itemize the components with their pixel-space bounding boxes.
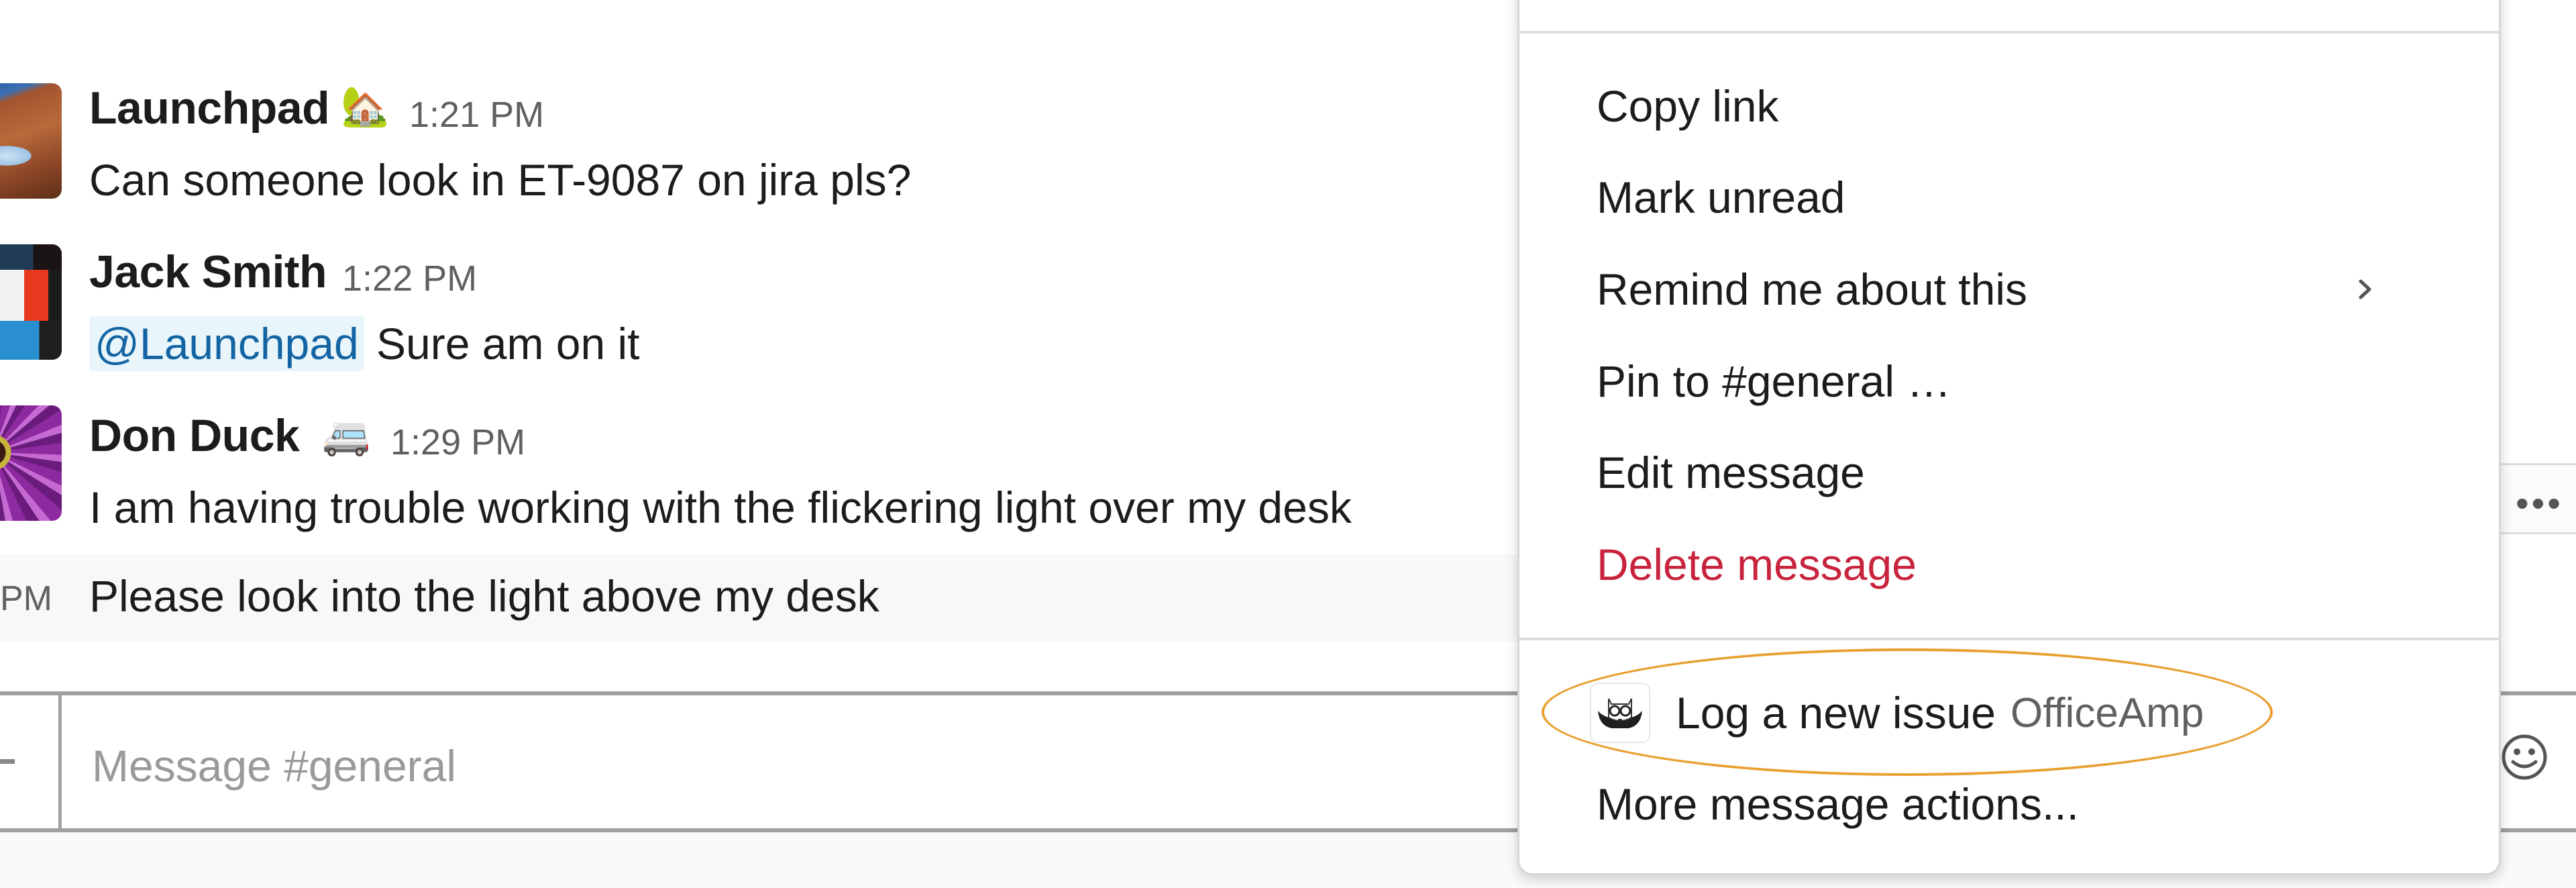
more-actions-icon[interactable]: ••• <box>2516 485 2563 522</box>
message-timestamp[interactable]: 1:29 PM <box>390 422 525 463</box>
message-timestamp[interactable]: 1:21 PM <box>409 94 544 136</box>
avatar-don-duck[interactable] <box>0 405 62 521</box>
message-timestamp-partial[interactable]: PM <box>0 579 52 619</box>
menu-item-label: Remind me about this <box>1597 264 2027 314</box>
menu-item-label: Copy link <box>1597 81 1779 131</box>
message-author[interactable]: Jack Smith <box>89 246 327 298</box>
emoji-picker-icon[interactable] <box>2501 734 2548 781</box>
message-text: Can someone look in ET-9087 on jira pls? <box>89 155 912 205</box>
message-input[interactable] <box>91 728 1435 803</box>
menu-item-label: More message actions... <box>1597 779 2079 829</box>
menu-divider <box>1519 31 2499 34</box>
message-author[interactable]: Launchpad <box>89 82 330 134</box>
message-author[interactable]: Don Duck <box>89 409 300 462</box>
menu-item-pin-to-channel[interactable]: Pin to #general … <box>1597 344 2472 418</box>
attach-button[interactable] <box>0 695 62 828</box>
menu-item-mark-unread[interactable]: Mark unread <box>1597 160 2472 234</box>
message-text-body: Sure am on it <box>376 319 640 368</box>
menu-item-label: Delete message <box>1597 540 1917 589</box>
user-mention[interactable]: @Launchpad <box>89 316 364 371</box>
message-timestamp[interactable]: 1:22 PM <box>342 258 477 299</box>
menu-item-delete-message[interactable]: Delete message <box>1597 528 2472 601</box>
chevron-right-icon <box>2359 279 2371 299</box>
menu-divider <box>1519 638 2499 640</box>
menu-item-copy-link[interactable]: Copy link <box>1597 69 2472 143</box>
message-text: Please look into the light above my desk <box>89 571 879 621</box>
slack-channel-view: Launchpad 🏡 1:21 PM Can someone look in … <box>0 0 2576 888</box>
app-name-label: OfficeAmp <box>2010 689 2204 736</box>
message-text: I am having trouble working with the fli… <box>89 483 1352 532</box>
message-actions-menu: Copy link Mark unread Remind me about th… <box>1517 0 2501 875</box>
menu-item-label: Edit message <box>1597 448 1865 497</box>
menu-item-label: Log a new issue <box>1676 688 1996 738</box>
owl-icon <box>1590 683 1650 743</box>
avatar-launchpad[interactable] <box>0 83 62 199</box>
menu-item-label: Pin to #general … <box>1597 356 1951 406</box>
menu-item-remind-me[interactable]: Remind me about this <box>1597 252 2472 326</box>
plus-icon <box>0 759 15 764</box>
avatar-jack-smith[interactable] <box>0 244 62 360</box>
menu-item-log-new-issue[interactable]: Log a new issue OfficeAmp <box>1590 676 2472 750</box>
message-text: @Launchpad Sure am on it <box>89 316 640 371</box>
menu-item-label: Mark unread <box>1597 172 1845 222</box>
menu-item-more-message-actions[interactable]: More message actions... <box>1597 767 2472 841</box>
house-with-garden-emoji-icon: 🏡 <box>341 85 390 128</box>
minibus-emoji-icon: 🚐 <box>322 413 371 457</box>
menu-item-edit-message[interactable]: Edit message <box>1597 436 2472 509</box>
